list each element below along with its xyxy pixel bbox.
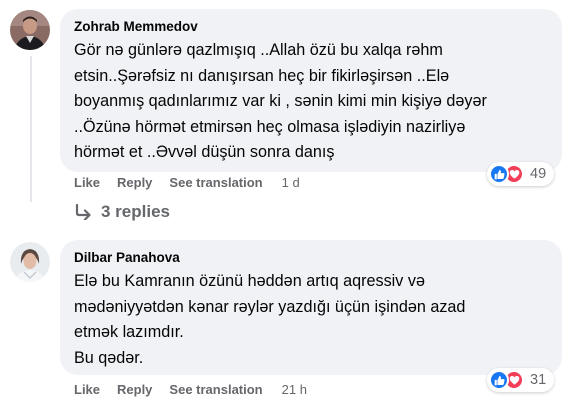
- comment-actions: Like Reply See translation 1 d: [74, 175, 300, 190]
- comment-text-line: ..Özünə hörmət etmirsən heç olmasa işləd…: [74, 117, 466, 136]
- comment-timestamp[interactable]: 21 h: [282, 382, 307, 397]
- comment-text: Elə bu Kamranın özünü həddən artıq aqres…: [74, 269, 550, 371]
- reaction-summary[interactable]: 31: [487, 368, 555, 392]
- like-icon: [489, 164, 509, 184]
- comment-author[interactable]: Dilbar Panahova: [74, 249, 550, 267]
- comment-text-line: boyanmış qadınlarımız var ki , sənin kim…: [74, 92, 487, 110]
- comment-text-line: mədəniyyətdən kənar rəylər yazdığı üçün …: [74, 297, 466, 316]
- comment-timestamp[interactable]: 1 d: [282, 175, 300, 190]
- like-icon: [489, 370, 509, 390]
- reaction-count: 49: [530, 166, 547, 182]
- avatar[interactable]: [10, 242, 50, 282]
- reply-button[interactable]: Reply: [117, 382, 152, 397]
- reply-button[interactable]: Reply: [117, 175, 152, 190]
- replies-count-label: 3 replies: [101, 202, 170, 221]
- see-translation-link[interactable]: See translation: [169, 175, 262, 190]
- see-translation-link[interactable]: See translation: [169, 382, 262, 397]
- comment-text-line: etsin..Şərəfsiz nı danışırsan heç bir fi…: [74, 66, 450, 85]
- comment-text-line: Gör nə günlərə qazlmışıq ..Allah özü bu …: [74, 41, 443, 59]
- comment-author[interactable]: Zohrab Memmedov: [74, 18, 550, 36]
- comment-actions: Like Reply See translation 21 h: [74, 382, 307, 397]
- avatar[interactable]: [10, 10, 50, 50]
- comment-text-line: Elə bu Kamranın özünü həddən artıq aqres…: [74, 272, 425, 290]
- like-button[interactable]: Like: [74, 382, 100, 397]
- avatar-photo: [10, 242, 50, 282]
- comment-text-line: Bu qədər.: [74, 348, 144, 367]
- reply-arrow-icon: [75, 204, 91, 220]
- view-replies-link[interactable]: 3 replies: [74, 202, 170, 222]
- reaction-count: 31: [530, 372, 547, 388]
- comment-text: Gör nə günlərə qazlmışıq ..Allah özü bu …: [74, 38, 550, 166]
- comment-text-line: hörmət et ..Əvvəl düşün sonra danış: [74, 143, 335, 161]
- thread-connector-line: [30, 56, 32, 202]
- like-button[interactable]: Like: [74, 175, 100, 190]
- comment-bubble: Dilbar Panahova Elə bu Kamranın özünü hə…: [60, 240, 562, 375]
- comment-text-line: etmək lazımdır.: [74, 323, 184, 341]
- avatar-photo: [10, 10, 50, 50]
- comment-bubble: Zohrab Memmedov Gör nə günlərə qazlmışıq…: [60, 9, 562, 172]
- reaction-summary[interactable]: 49: [487, 162, 555, 186]
